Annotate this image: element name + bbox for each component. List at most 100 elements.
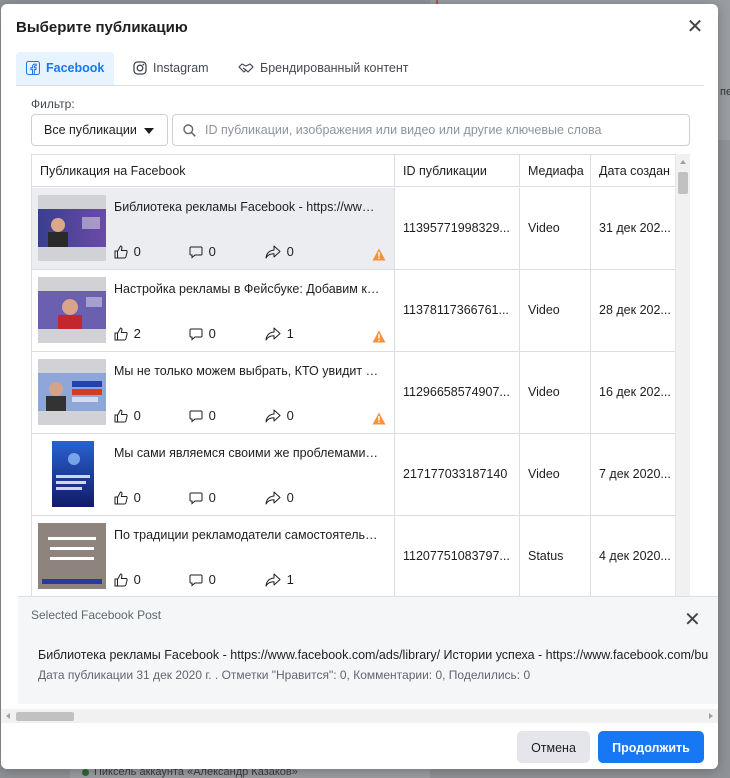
column-header-media[interactable]: Медиафа <box>520 155 591 187</box>
created-date: 31 дек 202... <box>599 221 671 235</box>
table-row[interactable]: Настройка рекламы в Фейсбуке: Добавим кр… <box>32 270 676 352</box>
share-value: 0 <box>286 490 294 505</box>
comment-icon <box>189 572 205 587</box>
date-cell: 7 дек 2020... <box>591 434 676 515</box>
horizontal-scrollbar[interactable] <box>1 709 718 723</box>
source-tabs: Facebook Instagram Брендированный контен… <box>16 52 704 86</box>
table-row[interactable]: Библиотека рекламы Facebook - https://ww… <box>32 188 676 270</box>
share-value: 0 <box>286 244 294 259</box>
comment-count: 0 <box>189 490 216 505</box>
dialog-title: Выберите публикацию <box>16 19 188 36</box>
posts-table: Публикация на Facebook ID публикации Мед… <box>31 154 690 600</box>
media-cell: Status <box>520 516 591 597</box>
like-icon <box>114 326 130 341</box>
like-icon <box>114 490 130 505</box>
comment-value: 0 <box>208 244 216 259</box>
post-id-cell: 11296658574907... <box>395 352 520 433</box>
post-thumbnail <box>38 359 106 425</box>
horizontal-scrollbar-thumb[interactable] <box>16 712 74 721</box>
table-row[interactable]: Мы сами являемся своими же проблемами❗..… <box>32 434 676 516</box>
column-header-id[interactable]: ID публикации <box>395 155 520 187</box>
warning-icon[interactable] <box>372 412 386 428</box>
comment-icon <box>189 326 205 341</box>
created-date: 4 дек 2020... <box>599 549 671 563</box>
comment-icon <box>189 490 205 505</box>
cancel-button[interactable]: Отмена <box>517 731 590 763</box>
warning-icon[interactable] <box>372 248 386 264</box>
scroll-right-icon[interactable] <box>709 713 713 719</box>
share-value: 0 <box>286 408 294 423</box>
search-input[interactable] <box>203 116 683 144</box>
media-type: Video <box>528 303 560 317</box>
tab-instagram[interactable]: Instagram <box>123 52 219 85</box>
table-vertical-scrollbar[interactable] <box>675 154 690 600</box>
like-value: 0 <box>133 572 141 587</box>
warning-icon[interactable] <box>372 330 386 346</box>
comment-icon <box>189 408 205 423</box>
scrollbar-thumb[interactable] <box>678 172 688 194</box>
instagram-icon <box>133 61 147 75</box>
share-count: 0 <box>265 244 294 259</box>
filter-label: Фильтр: <box>31 97 75 111</box>
selected-post-meta: Дата публикации 31 дек 2020 г. . Отметки… <box>38 668 531 682</box>
search-icon <box>183 124 196 137</box>
share-count: 0 <box>265 408 294 423</box>
share-value: 1 <box>286 572 294 587</box>
like-value: 2 <box>133 326 141 341</box>
tab-facebook-label: Facebook <box>46 61 105 75</box>
scroll-up-icon[interactable] <box>680 160 686 164</box>
like-value: 0 <box>133 490 141 505</box>
table-row[interactable]: По традиции рекламодатели самостоятельно… <box>32 516 676 598</box>
comment-value: 0 <box>208 572 216 587</box>
select-post-dialog: Выберите публикацию ✕ Facebook Instagram… <box>1 4 718 769</box>
scroll-left-icon[interactable] <box>6 713 10 719</box>
created-date: 28 дек 202... <box>599 303 671 317</box>
share-icon <box>265 326 283 341</box>
comment-count: 0 <box>189 408 216 423</box>
background-text: пе <box>720 86 730 98</box>
post-title: Настройка рекламы в Фейсбуке: Добавим кр… <box>114 282 380 296</box>
like-count: 2 <box>114 326 141 341</box>
media-type: Video <box>528 385 560 399</box>
filter-dropdown[interactable]: Все публикации <box>31 114 168 146</box>
close-icon[interactable]: ✕ <box>684 610 701 630</box>
post-thumbnail <box>38 523 106 589</box>
like-count: 0 <box>114 244 141 259</box>
like-count: 0 <box>114 490 141 505</box>
post-title: Мы сами являемся своими же проблемами❗..… <box>114 446 380 460</box>
post-title: Библиотека рекламы Facebook - https://ww… <box>114 200 380 214</box>
media-cell: Video <box>520 434 591 515</box>
post-cell[interactable]: Мы не только можем выбрать, КТО увидит н… <box>32 352 395 433</box>
facebook-icon <box>26 61 40 75</box>
share-icon <box>265 490 283 505</box>
post-thumbnail <box>38 277 106 343</box>
dialog-header: Выберите публикацию ✕ <box>1 4 718 50</box>
like-count: 0 <box>114 572 141 587</box>
post-title: По традиции рекламодатели самостоятельно… <box>114 528 380 542</box>
post-cell[interactable]: Мы сами являемся своими же проблемами❗..… <box>32 434 395 515</box>
table-header: Публикация на Facebook ID публикации Мед… <box>32 155 676 187</box>
table-row[interactable]: Мы не только можем выбрать, КТО увидит н… <box>32 352 676 434</box>
tab-facebook[interactable]: Facebook <box>16 52 115 85</box>
share-icon <box>265 408 283 423</box>
post-id-cell: 11207751083797... <box>395 516 520 597</box>
date-cell: 4 дек 2020... <box>591 516 676 597</box>
column-header-post[interactable]: Публикация на Facebook <box>32 155 395 187</box>
post-thumbnail <box>38 441 106 507</box>
handshake-icon <box>238 63 254 73</box>
media-cell: Video <box>520 270 591 351</box>
date-cell: 31 дек 202... <box>591 188 676 269</box>
post-thumbnail <box>38 195 106 261</box>
post-cell[interactable]: Настройка рекламы в Фейсбуке: Добавим кр… <box>32 270 395 351</box>
tab-branded-content[interactable]: Брендированный контент <box>228 52 419 85</box>
post-id-cell: 11378117366761... <box>395 270 520 351</box>
post-id-cell: 217177033187140 <box>395 434 520 515</box>
column-header-date[interactable]: Дата создан <box>591 155 676 187</box>
comment-value: 0 <box>208 326 216 341</box>
post-cell[interactable]: Библиотека рекламы Facebook - https://ww… <box>32 188 395 269</box>
close-icon[interactable]: ✕ <box>686 17 704 37</box>
post-cell[interactable]: По традиции рекламодатели самостоятельно… <box>32 516 395 597</box>
selected-post-description: Библиотека рекламы Facebook - https://ww… <box>38 648 709 662</box>
continue-button[interactable]: Продолжить <box>598 731 704 763</box>
post-id: 217177033187140 <box>403 467 508 481</box>
